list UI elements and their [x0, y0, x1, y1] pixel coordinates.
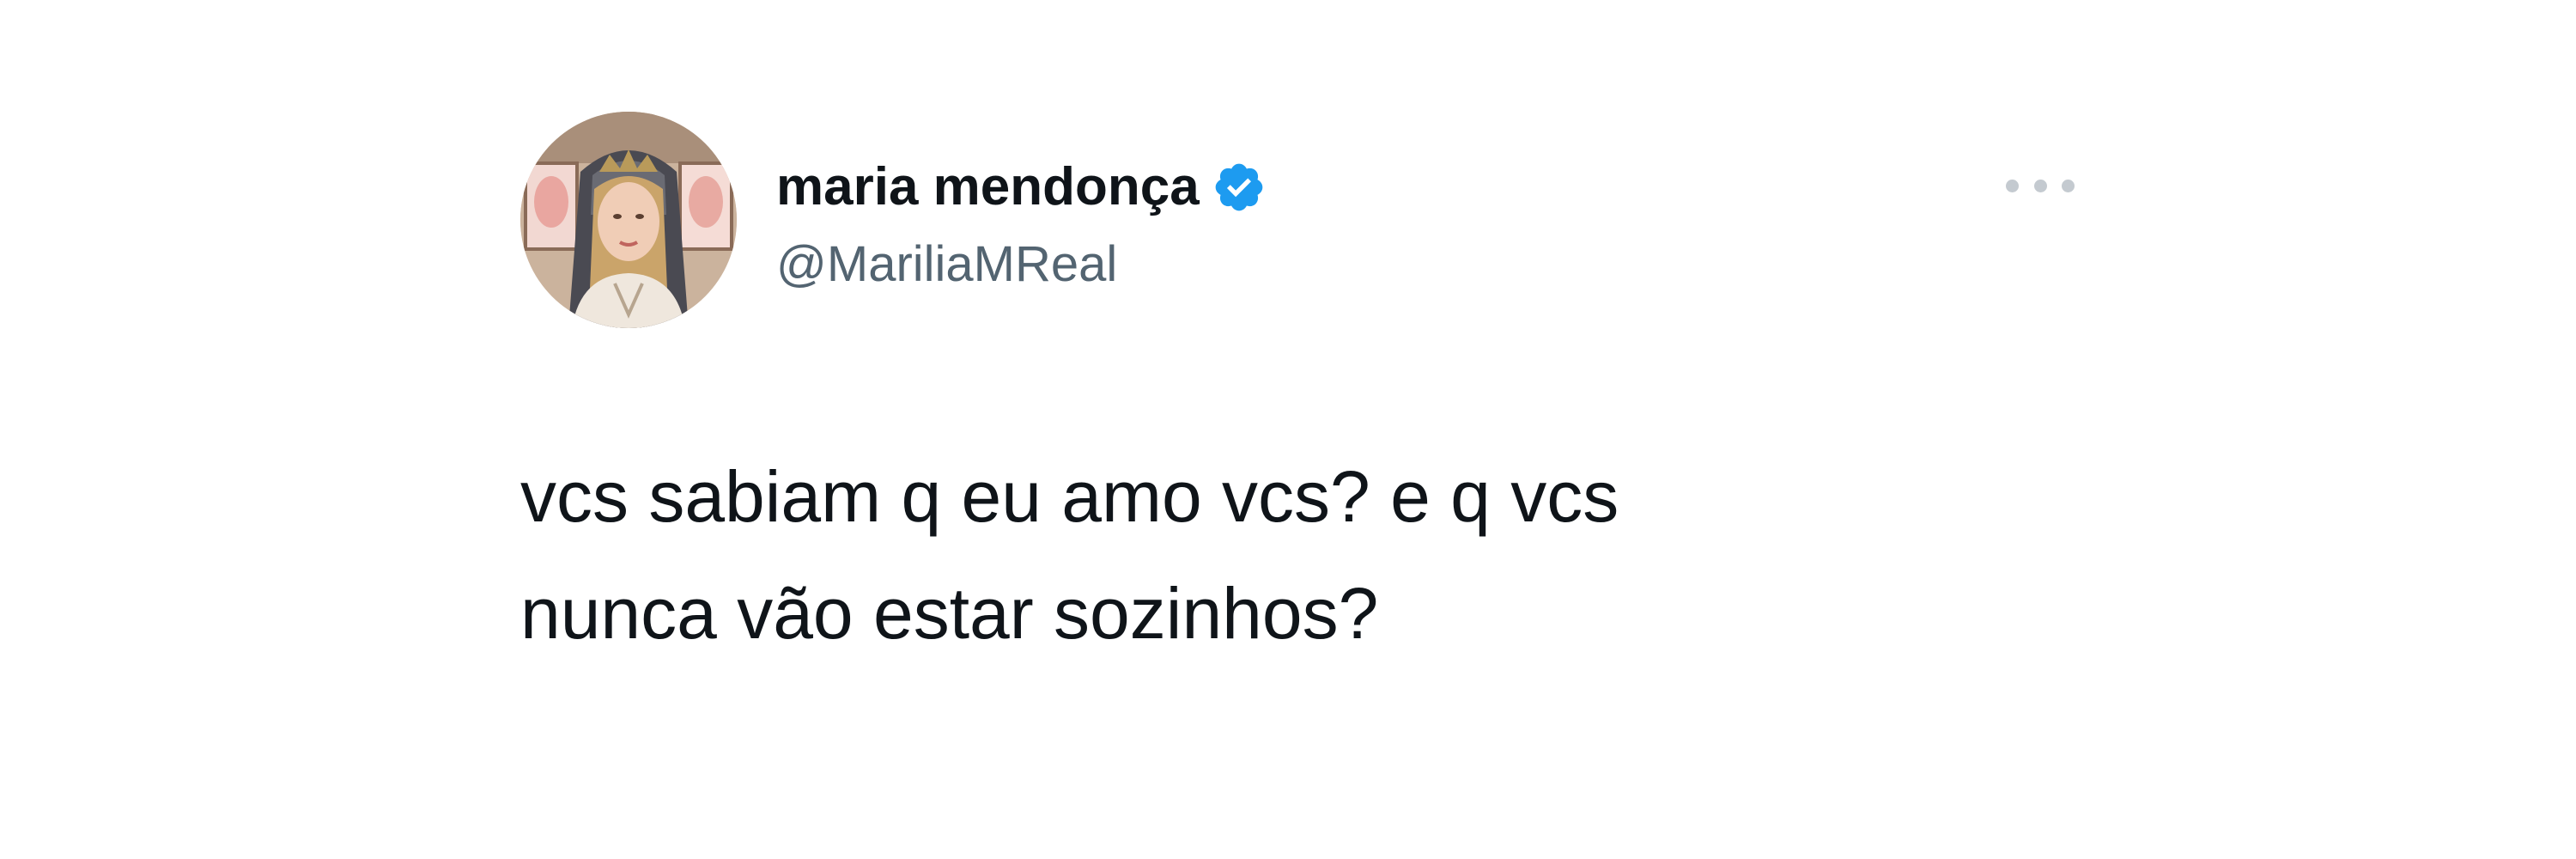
- more-options-icon[interactable]: [2006, 170, 2075, 201]
- more-dot: [2006, 179, 2019, 192]
- tweet-card: maria mendonça @MariliaMReal vcs sabiam …: [0, 0, 2576, 859]
- display-name[interactable]: maria mendonça: [776, 153, 1200, 222]
- avatar[interactable]: [520, 112, 737, 328]
- more-dot: [2033, 179, 2047, 192]
- author-name-row: maria mendonça: [776, 153, 1267, 222]
- user-handle[interactable]: @MariliaMReal: [776, 232, 1117, 297]
- tweet-text-line: vcs sabiam q eu amo vcs? e q vcs: [520, 456, 1619, 537]
- more-dot: [2062, 179, 2075, 192]
- avatar-image: [520, 112, 737, 328]
- verified-badge-icon: [1212, 160, 1267, 215]
- tweet-text-line: nunca vão estar sozinhos?: [520, 573, 1379, 654]
- tweet-text: vcs sabiam q eu amo vcs? e q vcs nunca v…: [520, 438, 2152, 672]
